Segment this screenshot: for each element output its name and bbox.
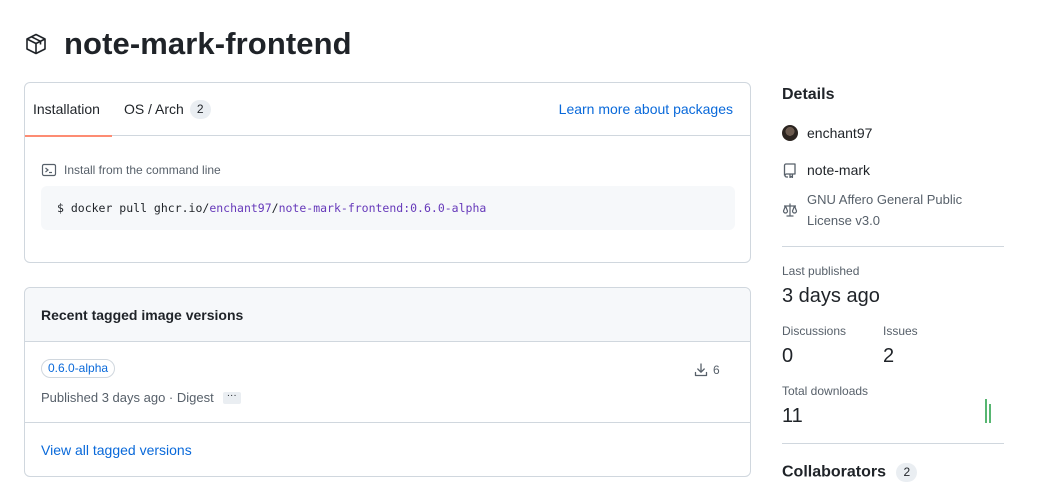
command-owner: enchant97 bbox=[209, 201, 272, 215]
downloads-sparkline bbox=[985, 399, 991, 423]
view-all-versions-link[interactable]: View all tagged versions bbox=[41, 442, 192, 458]
tab-os-arch[interactable]: OS / Arch 2 bbox=[124, 83, 223, 136]
package-icon bbox=[24, 32, 48, 56]
learn-more-link[interactable]: Learn more about packages bbox=[559, 101, 733, 117]
command-line-label-text: Install from the command line bbox=[64, 163, 221, 177]
last-published-label: Last published bbox=[782, 264, 860, 278]
digest-expand-button[interactable]: ··· bbox=[222, 390, 241, 404]
avatar bbox=[782, 125, 798, 141]
law-icon bbox=[782, 202, 798, 218]
version-downloads-count: 6 bbox=[713, 363, 720, 377]
docker-pull-command[interactable]: $ docker pull ghcr.io/ enchant97 / note-… bbox=[41, 186, 735, 230]
page-title: note-mark-frontend bbox=[64, 26, 352, 61]
owner-name: enchant97 bbox=[807, 125, 873, 141]
repository-link[interactable]: note-mark bbox=[782, 162, 870, 178]
collaborators-heading: Collaborators 2 bbox=[782, 463, 918, 482]
command-line-label: Install from the command line bbox=[41, 162, 221, 178]
tagged-versions-panel: Recent tagged image versions 0.6.0-alpha… bbox=[24, 287, 751, 477]
issues-label: Issues bbox=[883, 324, 918, 338]
total-downloads-label: Total downloads bbox=[782, 384, 869, 398]
download-icon bbox=[693, 362, 709, 378]
version-downloads: 6 bbox=[693, 362, 720, 378]
tab-installation-label: Installation bbox=[33, 101, 100, 117]
details-heading: Details bbox=[782, 86, 835, 103]
command-image: note-mark-frontend:0.6.0-alpha bbox=[278, 201, 487, 215]
installation-panel: Installation OS / Arch 2 Learn more abou… bbox=[24, 82, 751, 263]
version-published: Published 3 days ago · Digest ··· bbox=[41, 390, 241, 405]
collaborators-title: Collaborators bbox=[782, 463, 887, 481]
tab-installation[interactable]: Installation bbox=[25, 83, 112, 137]
repo-icon bbox=[782, 162, 798, 178]
sidebar-divider bbox=[782, 246, 1004, 247]
tab-os-arch-count: 2 bbox=[189, 99, 211, 119]
total-downloads-value: 11 bbox=[782, 405, 803, 427]
version-published-text: Published 3 days ago · Digest bbox=[41, 390, 214, 405]
command-prefix: $ docker pull ghcr.io/ bbox=[57, 201, 210, 215]
discussions-label: Discussions bbox=[782, 324, 847, 338]
version-tag-link[interactable]: 0.6.0-alpha bbox=[41, 359, 116, 378]
sidebar-divider-2 bbox=[782, 443, 1004, 444]
tab-os-arch-label: OS / Arch bbox=[123, 101, 184, 117]
installation-tabs: Installation OS / Arch 2 Learn more abou… bbox=[25, 83, 750, 137]
last-published-value: 3 days ago bbox=[782, 285, 880, 307]
collaborators-count: 2 bbox=[896, 463, 918, 482]
repository-name: note-mark bbox=[807, 162, 871, 178]
license-name: GNU Affero General Public License v3.0 bbox=[807, 192, 963, 228]
terminal-icon bbox=[41, 162, 57, 178]
page-header: note-mark-frontend bbox=[24, 26, 352, 62]
owner-link[interactable]: enchant97 bbox=[782, 125, 872, 141]
license-link[interactable]: GNU Affero General Public License v3.0 bbox=[782, 189, 1007, 231]
issues-value: 2 bbox=[883, 345, 895, 367]
discussions-value: 0 bbox=[782, 345, 794, 367]
command-separator: / bbox=[271, 201, 279, 215]
versions-header: Recent tagged image versions bbox=[25, 288, 750, 342]
list-item: 0.6.0-alpha 6 Published 3 days ago · Dig… bbox=[25, 342, 750, 423]
